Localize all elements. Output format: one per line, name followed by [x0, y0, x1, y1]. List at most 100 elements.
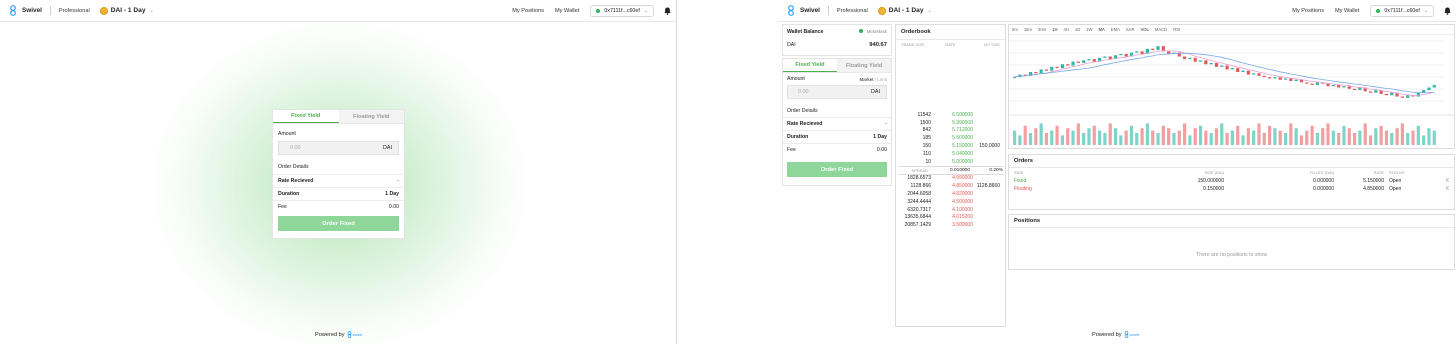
price-chart[interactable] — [1009, 35, 1454, 147]
market-toggle[interactable]: Market — [859, 77, 873, 82]
volume-bar — [1230, 130, 1234, 145]
orderbook-row[interactable]: 10 5.000000 — [896, 158, 1005, 166]
candle — [1347, 86, 1351, 89]
volume-bar — [1119, 135, 1123, 145]
nav-my-wallet[interactable]: My Wallet — [1335, 8, 1359, 14]
candle — [1183, 56, 1187, 60]
volume-bar — [1268, 125, 1272, 145]
spread-pct: 0.20% — [989, 167, 1003, 173]
market-selector[interactable]: DAI - 1 Day ⌄ — [877, 6, 932, 15]
chart-interval-ema[interactable]: EMA — [1111, 27, 1120, 32]
bell-icon[interactable] — [662, 7, 672, 15]
cancel-icon[interactable]: X — [1424, 178, 1449, 184]
col-size: SIZE (DAI) — [1204, 170, 1224, 175]
orderbook-row[interactable]: 13635.6844 4.015200 — [896, 214, 1005, 222]
swivel-logo-icon[interactable] — [9, 5, 17, 16]
chart-interval-vol[interactable]: VOL — [1140, 27, 1148, 32]
nav-my-wallet[interactable]: My Wallet — [555, 8, 579, 14]
volume-bar — [1315, 133, 1319, 145]
volume-bar — [1098, 130, 1102, 145]
orderbook-row[interactable]: 842 5.712000 — [896, 127, 1005, 135]
volume-bar — [1331, 130, 1335, 145]
order-side: Fixed — [1014, 178, 1027, 184]
candle — [1055, 66, 1059, 69]
swivel-mark-icon — [1124, 331, 1128, 338]
chart-interval-sar[interactable]: SAR — [1126, 27, 1135, 32]
volume-bar — [1071, 130, 1075, 145]
chart-interval-macd[interactable]: MACD — [1155, 27, 1167, 32]
chart-interval-5m[interactable]: 5m — [1012, 27, 1018, 32]
mode-label[interactable]: Professional — [837, 8, 868, 14]
col-rate: RATE — [945, 42, 956, 47]
order-fixed-button[interactable]: Order Fixed — [787, 162, 887, 177]
powered-by: Powered by swivel — [315, 331, 362, 338]
wallet-address-button[interactable]: 0x7111f...c60ef ⌄ — [1370, 4, 1434, 17]
candle — [1315, 82, 1319, 85]
cancel-icon[interactable]: X — [1424, 186, 1449, 192]
swivel-logo-icon[interactable] — [787, 5, 795, 16]
orderbook-row[interactable]: 3244.4444 4.500000 — [896, 198, 1005, 206]
market-selector[interactable]: DAI - 1 Day ⌄ — [99, 6, 154, 15]
candle — [1214, 62, 1219, 67]
amount-placeholder: 0.00 — [290, 145, 301, 151]
orderbook-row[interactable]: 20857.1429 3.500000 — [896, 221, 1005, 229]
nav-my-positions[interactable]: My Positions — [512, 8, 544, 14]
rate: 3.500000 — [952, 222, 973, 229]
market-name: DAI - 1 Day — [110, 7, 146, 14]
fee-value: 0.00 — [876, 147, 887, 153]
chart-interval-1w[interactable]: 1W — [1086, 27, 1092, 32]
volume-bar — [1044, 133, 1049, 145]
chart-interval-4h[interactable]: 4H — [1064, 27, 1069, 32]
candle — [1108, 56, 1112, 60]
order-row[interactable]: Fixed 150.000000 0.000000 5.150000 Open X — [1009, 177, 1454, 185]
wallet-address-button[interactable]: 0x7111f...c60ef ⌄ — [590, 4, 654, 17]
chart-interval-30m[interactable]: 30m — [1038, 27, 1046, 32]
orderbook-row[interactable]: 6320.7317 4.100000 — [896, 206, 1005, 214]
tab-floating-yield[interactable]: Floating Yield — [338, 110, 404, 123]
trade-size: 1828.6573 — [907, 175, 931, 182]
mode-label[interactable]: Professional — [59, 8, 90, 14]
chart-interval-15m[interactable]: 15m — [1024, 27, 1032, 32]
chart-interval-rsi[interactable]: RSI — [1173, 27, 1180, 32]
order-fixed-button[interactable]: Order Fixed — [278, 216, 399, 231]
volume-bar — [1018, 135, 1022, 145]
order-filled: 0.000000 — [1313, 186, 1334, 192]
orderbook-row[interactable]: 150 5.150000 150.0000 — [896, 142, 1005, 150]
order-rate: 5.150000 — [1363, 178, 1384, 184]
volume-bar — [1188, 135, 1192, 145]
rate: 5.712000 — [952, 127, 973, 134]
trade-size: 10 — [925, 158, 931, 165]
candle — [1432, 84, 1436, 88]
volume-bar — [1087, 128, 1091, 145]
order-row[interactable]: Floating 0.150000 0.000000 4.850000 Open X — [1009, 185, 1454, 193]
tab-fixed-yield[interactable]: Fixed Yield — [783, 59, 837, 72]
orderbook-row[interactable]: 110 5.040000 — [896, 150, 1005, 158]
candle — [1252, 73, 1256, 75]
chart-interval-ma[interactable]: MA — [1099, 27, 1105, 32]
orderbook-row[interactable]: 1128.866 4.850000 1128.8660 — [896, 182, 1005, 190]
tab-floating-yield[interactable]: Floating Yield — [837, 59, 891, 72]
orderbook-row[interactable]: 185 5.500000 — [896, 134, 1005, 142]
amount-input[interactable]: 0.00 DAI — [278, 141, 399, 155]
nav-my-positions[interactable]: My Positions — [1292, 8, 1324, 14]
chart-interval-1d[interactable]: 1D — [1075, 27, 1080, 32]
orderbook-row[interactable]: 1500 5.990000 — [896, 119, 1005, 127]
volume-bar — [1427, 128, 1431, 145]
candle — [1368, 91, 1373, 93]
orderbook-row[interactable]: 11542 6.500000 — [896, 111, 1005, 119]
bell-icon[interactable] — [1442, 7, 1452, 15]
orderbook-row[interactable]: 2044.6058 4.820000 — [896, 190, 1005, 198]
amount-input[interactable]: 0.00 DAI — [787, 85, 887, 99]
chart-interval-1h[interactable]: 1H — [1052, 27, 1057, 32]
candle — [1241, 70, 1245, 72]
tab-fixed-yield[interactable]: Fixed Yield — [273, 110, 339, 123]
positions-title: Positions — [1009, 215, 1454, 228]
candle — [1331, 84, 1335, 87]
orders-list: Fixed 150.000000 0.000000 5.150000 Open X Floa… — [1009, 177, 1454, 193]
fee-row: Fee 0.00 — [783, 143, 891, 156]
limit-toggle[interactable]: Limit — [877, 77, 887, 82]
rate: 5.990000 — [952, 119, 973, 126]
volume-bar — [1167, 128, 1171, 145]
orderbook-row[interactable]: 1828.6573 4.990000 — [896, 175, 1005, 183]
volume-bar — [1283, 133, 1288, 145]
